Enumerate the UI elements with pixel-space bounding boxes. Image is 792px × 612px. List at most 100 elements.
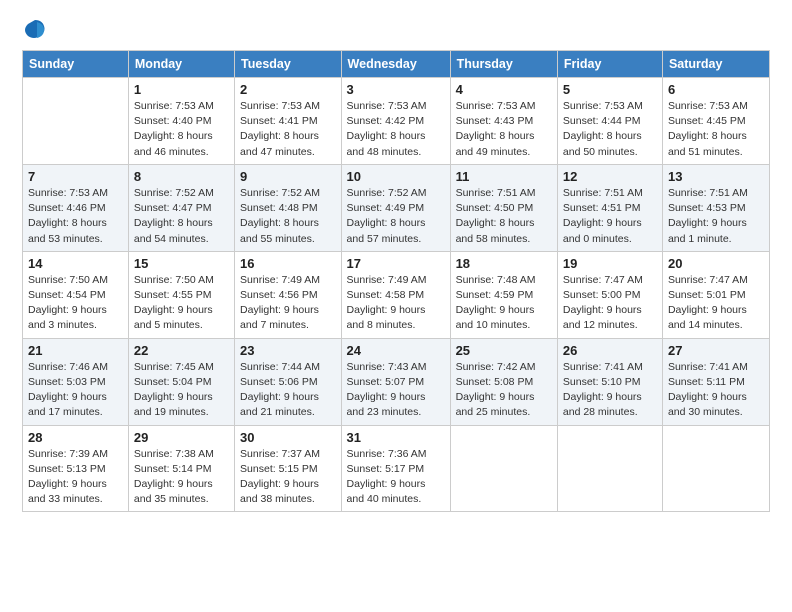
day-info: Sunrise: 7:47 AMSunset: 5:01 PMDaylight:… [668, 273, 764, 334]
day-cell: 4 Sunrise: 7:53 AMSunset: 4:43 PMDaylight… [450, 78, 557, 165]
day-info: Sunrise: 7:39 AMSunset: 5:13 PMDaylight:… [28, 447, 123, 508]
day-cell: 23 Sunrise: 7:44 AMSunset: 5:06 PMDayligh… [235, 338, 342, 425]
weekday-header-row: SundayMondayTuesdayWednesdayThursdayFrid… [23, 51, 770, 78]
day-number: 13 [668, 169, 764, 184]
week-row-1: 1 Sunrise: 7:53 AMSunset: 4:40 PMDaylight… [23, 78, 770, 165]
day-number: 10 [347, 169, 445, 184]
day-info: Sunrise: 7:44 AMSunset: 5:06 PMDaylight:… [240, 360, 336, 421]
day-cell [557, 425, 662, 512]
day-cell: 27 Sunrise: 7:41 AMSunset: 5:11 PMDayligh… [662, 338, 769, 425]
day-cell [662, 425, 769, 512]
day-cell: 14 Sunrise: 7:50 AMSunset: 4:54 PMDayligh… [23, 251, 129, 338]
day-number: 19 [563, 256, 657, 271]
day-info: Sunrise: 7:52 AMSunset: 4:48 PMDaylight:… [240, 186, 336, 247]
day-number: 14 [28, 256, 123, 271]
day-cell: 31 Sunrise: 7:36 AMSunset: 5:17 PMDayligh… [341, 425, 450, 512]
day-info: Sunrise: 7:53 AMSunset: 4:44 PMDaylight:… [563, 99, 657, 160]
day-cell: 10 Sunrise: 7:52 AMSunset: 4:49 PMDayligh… [341, 164, 450, 251]
day-number: 6 [668, 82, 764, 97]
day-info: Sunrise: 7:50 AMSunset: 4:54 PMDaylight:… [28, 273, 123, 334]
day-info: Sunrise: 7:47 AMSunset: 5:00 PMDaylight:… [563, 273, 657, 334]
day-info: Sunrise: 7:52 AMSunset: 4:49 PMDaylight:… [347, 186, 445, 247]
day-cell: 2Sunrise: 7:53 AMSunset: 4:41 PMDaylight… [235, 78, 342, 165]
day-info: Sunrise: 7:51 AMSunset: 4:51 PMDaylight:… [563, 186, 657, 247]
day-cell: 9 Sunrise: 7:52 AMSunset: 4:48 PMDaylight… [235, 164, 342, 251]
day-cell: 18 Sunrise: 7:48 AMSunset: 4:59 PMDayligh… [450, 251, 557, 338]
week-row-2: 7 Sunrise: 7:53 AMSunset: 4:46 PMDaylight… [23, 164, 770, 251]
day-number: 16 [240, 256, 336, 271]
day-number: 27 [668, 343, 764, 358]
day-cell: 1 Sunrise: 7:53 AMSunset: 4:40 PMDaylight… [128, 78, 234, 165]
day-cell: 6 Sunrise: 7:53 AMSunset: 4:45 PMDaylight… [662, 78, 769, 165]
day-number: 12 [563, 169, 657, 184]
day-info: Sunrise: 7:41 AMSunset: 5:10 PMDaylight:… [563, 360, 657, 421]
day-number: 11 [456, 169, 552, 184]
day-info: Sunrise: 7:49 AMSunset: 4:56 PMDaylight:… [240, 273, 336, 334]
day-number: 1 [134, 82, 229, 97]
day-cell: 16 Sunrise: 7:49 AMSunset: 4:56 PMDayligh… [235, 251, 342, 338]
day-number: 23 [240, 343, 336, 358]
day-number: 26 [563, 343, 657, 358]
weekday-header-saturday: Saturday [662, 51, 769, 78]
day-info: Sunrise: 7:50 AMSunset: 4:55 PMDaylight:… [134, 273, 229, 334]
calendar-table: SundayMondayTuesdayWednesdayThursdayFrid… [22, 50, 770, 512]
weekday-header-wednesday: Wednesday [341, 51, 450, 78]
day-cell: 25 Sunrise: 7:42 AMSunset: 5:08 PMDayligh… [450, 338, 557, 425]
day-info: Sunrise: 7:51 AMSunset: 4:53 PMDaylight:… [668, 186, 764, 247]
day-cell: 3Sunrise: 7:53 AMSunset: 4:42 PMDaylight… [341, 78, 450, 165]
day-info: Sunrise: 7:53 AMSunset: 4:43 PMDaylight:… [456, 99, 552, 160]
weekday-header-friday: Friday [557, 51, 662, 78]
day-cell [23, 78, 129, 165]
weekday-header-thursday: Thursday [450, 51, 557, 78]
day-info: Sunrise: 7:52 AMSunset: 4:47 PMDaylight:… [134, 186, 229, 247]
week-row-5: 28 Sunrise: 7:39 AMSunset: 5:13 PMDayligh… [23, 425, 770, 512]
day-number: 17 [347, 256, 445, 271]
day-number: 29 [134, 430, 229, 445]
day-number: 30 [240, 430, 336, 445]
day-number: 20 [668, 256, 764, 271]
day-cell: 28 Sunrise: 7:39 AMSunset: 5:13 PMDayligh… [23, 425, 129, 512]
day-number: 9 [240, 169, 336, 184]
day-cell: 11 Sunrise: 7:51 AMSunset: 4:50 PMDayligh… [450, 164, 557, 251]
day-number: 7 [28, 169, 123, 184]
week-row-4: 21 Sunrise: 7:46 AMSunset: 5:03 PMDayligh… [23, 338, 770, 425]
day-info: Sunrise: 7:46 AMSunset: 5:03 PMDaylight:… [28, 360, 123, 421]
day-info: Sunrise: 7:42 AMSunset: 5:08 PMDaylight:… [456, 360, 552, 421]
day-number: 18 [456, 256, 552, 271]
day-cell: 19 Sunrise: 7:47 AMSunset: 5:00 PMDayligh… [557, 251, 662, 338]
day-info: Sunrise: 7:53 AMSunset: 4:46 PMDaylight:… [28, 186, 123, 247]
day-cell: 24 Sunrise: 7:43 AMSunset: 5:07 PMDayligh… [341, 338, 450, 425]
day-cell: 22Sunrise: 7:45 AMSunset: 5:04 PMDayligh… [128, 338, 234, 425]
day-info: Sunrise: 7:36 AMSunset: 5:17 PMDaylight:… [347, 447, 445, 508]
day-number: 24 [347, 343, 445, 358]
week-row-3: 14 Sunrise: 7:50 AMSunset: 4:54 PMDayligh… [23, 251, 770, 338]
day-number: 4 [456, 82, 552, 97]
weekday-header-sunday: Sunday [23, 51, 129, 78]
day-number: 25 [456, 343, 552, 358]
day-cell: 17Sunrise: 7:49 AMSunset: 4:58 PMDayligh… [341, 251, 450, 338]
day-number: 15 [134, 256, 229, 271]
day-info: Sunrise: 7:48 AMSunset: 4:59 PMDaylight:… [456, 273, 552, 334]
day-cell: 8Sunrise: 7:52 AMSunset: 4:47 PMDaylight… [128, 164, 234, 251]
day-info: Sunrise: 7:51 AMSunset: 4:50 PMDaylight:… [456, 186, 552, 247]
day-number: 21 [28, 343, 123, 358]
day-info: Sunrise: 7:53 AMSunset: 4:45 PMDaylight:… [668, 99, 764, 160]
day-number: 2 [240, 82, 336, 97]
day-cell [450, 425, 557, 512]
weekday-header-monday: Monday [128, 51, 234, 78]
logo-icon [24, 18, 46, 40]
day-cell: 12 Sunrise: 7:51 AMSunset: 4:51 PMDayligh… [557, 164, 662, 251]
header [22, 18, 770, 40]
day-info: Sunrise: 7:41 AMSunset: 5:11 PMDaylight:… [668, 360, 764, 421]
day-number: 31 [347, 430, 445, 445]
day-info: Sunrise: 7:37 AMSunset: 5:15 PMDaylight:… [240, 447, 336, 508]
day-cell: 15 Sunrise: 7:50 AMSunset: 4:55 PMDayligh… [128, 251, 234, 338]
calendar-page: SundayMondayTuesdayWednesdayThursdayFrid… [0, 0, 792, 612]
day-cell: 29Sunrise: 7:38 AMSunset: 5:14 PMDayligh… [128, 425, 234, 512]
day-info: Sunrise: 7:43 AMSunset: 5:07 PMDaylight:… [347, 360, 445, 421]
day-info: Sunrise: 7:53 AMSunset: 4:40 PMDaylight:… [134, 99, 229, 160]
day-number: 28 [28, 430, 123, 445]
day-cell: 7 Sunrise: 7:53 AMSunset: 4:46 PMDaylight… [23, 164, 129, 251]
day-number: 3 [347, 82, 445, 97]
day-cell: 13 Sunrise: 7:51 AMSunset: 4:53 PMDayligh… [662, 164, 769, 251]
